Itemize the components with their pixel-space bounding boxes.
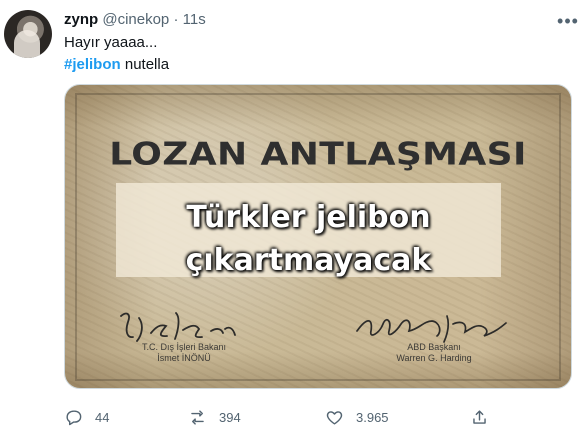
hashtag-link[interactable]: #jelibon: [64, 56, 121, 73]
avatar[interactable]: [4, 10, 52, 58]
right-caption-name: Warren G. Harding: [396, 353, 472, 363]
tweet-text-suffix: nutella: [120, 56, 170, 73]
tweet-image[interactable]: LOZAN ANTLAŞMASI Türkler jelibon çıkartm…: [64, 84, 572, 389]
share-button[interactable]: [470, 408, 489, 427]
right-caption-title: ABD Başkanı: [407, 342, 461, 352]
like-button[interactable]: 3.965: [325, 408, 389, 427]
timestamp[interactable]: 11s: [183, 11, 206, 28]
reply-count: 44: [95, 409, 110, 425]
retweet-count: 394: [219, 409, 241, 425]
tweet-actions: 44 394 3.965: [64, 408, 572, 430]
overlay-line-1: Türkler jelibon: [186, 200, 431, 235]
retweet-button[interactable]: 394: [188, 408, 241, 427]
like-count: 3.965: [356, 409, 389, 425]
left-caption-name: İsmet İNÖNÜ: [157, 353, 211, 363]
reply-button[interactable]: 44: [64, 408, 109, 427]
more-icon[interactable]: •••: [557, 12, 579, 30]
separator-dot: ·: [173, 11, 179, 28]
share-icon: [470, 408, 489, 427]
heart-icon: [325, 408, 344, 427]
left-signature-caption: T.C. Dış İşleri Bakanı İsmet İNÖNÜ: [134, 342, 234, 364]
tweet-text-line-2: #jelibon nutella: [64, 55, 169, 75]
retweet-icon: [188, 408, 207, 427]
right-signature-caption: ABD Başkanı Warren G. Harding: [382, 342, 486, 364]
display-name[interactable]: zynp: [64, 11, 98, 28]
user-handle[interactable]: @cinekop: [102, 11, 169, 28]
tweet-header: zynp @cinekop · 11s: [64, 10, 206, 30]
left-caption-title: T.C. Dış İşleri Bakanı: [141, 342, 227, 352]
tweet-card[interactable]: zynp @cinekop · 11s ••• Hayır yaaaa... #…: [0, 0, 588, 441]
overlay-caption: Türkler jelibon çıkartmayacak: [116, 196, 501, 282]
document-title: LOZAN ANTLAŞMASI: [109, 136, 527, 173]
tweet-text-line-1: Hayır yaaaa...: [64, 34, 158, 51]
reply-icon: [64, 408, 83, 427]
overlay-line-2: çıkartmayacak: [185, 243, 432, 278]
